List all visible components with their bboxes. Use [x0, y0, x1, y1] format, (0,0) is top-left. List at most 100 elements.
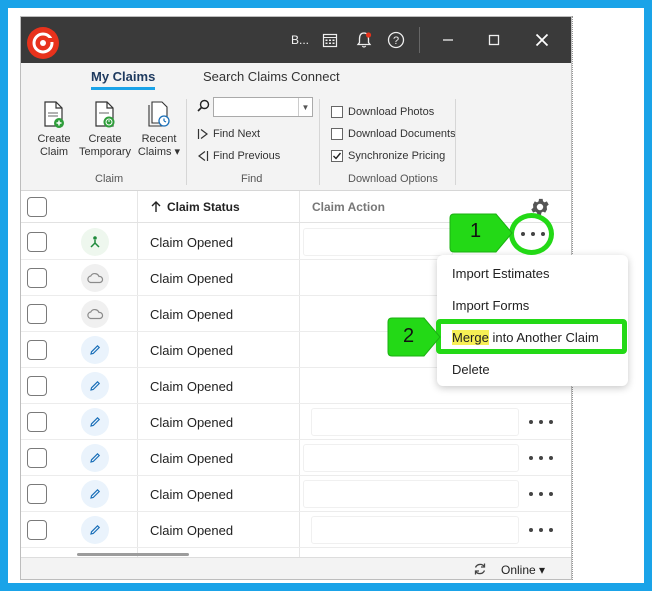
- find-next-button[interactable]: Find Next: [197, 128, 260, 140]
- claim-action-cell[interactable]: [303, 444, 519, 472]
- row-checkbox[interactable]: [27, 232, 47, 252]
- find-combobox[interactable]: ▼: [213, 97, 313, 117]
- pencil-icon: [81, 444, 109, 472]
- row-checkbox[interactable]: [27, 268, 47, 288]
- refresh-icon[interactable]: [473, 562, 487, 576]
- row-checkbox[interactable]: [27, 520, 47, 540]
- menu-item-delete[interactable]: Delete: [452, 362, 490, 377]
- find-next-label: Find Next: [213, 128, 261, 140]
- user-menu-button[interactable]: B...: [289, 29, 311, 51]
- create-temporary-button[interactable]: Create Temporary: [77, 101, 133, 159]
- cloud-icon: [81, 264, 109, 292]
- find-input[interactable]: [214, 98, 298, 116]
- download-options-group-label: Download Options: [348, 173, 438, 185]
- row-checkbox[interactable]: [27, 484, 47, 504]
- pencil-icon: [81, 408, 109, 436]
- svg-text:?: ?: [393, 35, 399, 47]
- claim-status-header[interactable]: Claim Status: [151, 200, 240, 214]
- horizontal-scrollbar[interactable]: [77, 553, 189, 556]
- recent-claims-button[interactable]: Recent Claims ▾: [135, 101, 183, 159]
- close-icon[interactable]: [527, 29, 557, 51]
- more-actions-icon[interactable]: [521, 228, 545, 240]
- table-row[interactable]: Claim Opened: [21, 440, 571, 476]
- download-photos-option[interactable]: Download Photos: [331, 106, 434, 118]
- ribbon-divider: [186, 99, 187, 185]
- claim-status: Claim Opened: [150, 415, 234, 430]
- row-checkbox[interactable]: [27, 448, 47, 468]
- cloud-icon: [81, 300, 109, 328]
- recent-claims-line1: Recent: [141, 133, 177, 145]
- ribbon-divider: [455, 99, 456, 185]
- create-claim-line1: Create: [37, 133, 71, 145]
- recent-documents-icon: [148, 101, 170, 127]
- download-photos-label: Download Photos: [348, 106, 435, 118]
- download-documents-option[interactable]: Download Documents: [331, 128, 456, 140]
- table-row[interactable]: Claim Opened: [21, 512, 571, 548]
- more-actions-icon[interactable]: [529, 486, 553, 502]
- more-actions-icon[interactable]: [529, 522, 553, 538]
- row-checkbox[interactable]: [27, 412, 47, 432]
- ribbon: Create Claim Create Temporary Recent Cla…: [21, 93, 571, 191]
- find-previous-icon: [198, 151, 209, 161]
- claim-status: Claim Opened: [150, 343, 234, 358]
- person-branch-icon: [81, 228, 109, 256]
- download-documents-checkbox[interactable]: [331, 128, 343, 140]
- row-checkbox[interactable]: [27, 304, 47, 324]
- ribbon-divider: [319, 99, 320, 185]
- create-temporary-line2: Temporary: [79, 146, 131, 158]
- tab-search-claims-connect[interactable]: Search Claims Connect: [203, 69, 340, 87]
- menu-item-import-forms[interactable]: Import Forms: [452, 298, 529, 313]
- synchronize-pricing-option[interactable]: Synchronize Pricing: [331, 150, 445, 162]
- download-photos-checkbox[interactable]: [331, 106, 343, 118]
- find-previous-label: Find Previous: [213, 150, 281, 162]
- table-row[interactable]: Claim Opened: [21, 476, 571, 512]
- connection-status-dropdown[interactable]: Online ▾: [501, 563, 545, 577]
- new-document-icon: [44, 101, 64, 128]
- help-icon[interactable]: ?: [385, 29, 407, 51]
- row-checkbox[interactable]: [27, 340, 47, 360]
- calendar-icon[interactable]: [319, 29, 341, 51]
- claim-action-cell[interactable]: [311, 516, 519, 544]
- annotation-rect-step2: [436, 319, 627, 354]
- title-bar: B... ?: [21, 17, 571, 63]
- find-group-label: Find: [241, 173, 263, 185]
- create-claim-button[interactable]: Create Claim: [35, 101, 73, 159]
- synchronize-pricing-label: Synchronize Pricing: [348, 150, 446, 162]
- tab-my-claims[interactable]: My Claims: [91, 69, 156, 90]
- claim-status-header-label: Claim Status: [167, 200, 240, 214]
- search-icon: [197, 99, 210, 112]
- arrow-up-icon: [151, 201, 161, 212]
- find-previous-button[interactable]: Find Previous: [197, 150, 280, 162]
- ribbon-tab-bar: My Claims Search Claims Connect: [21, 63, 571, 93]
- claim-status: Claim Opened: [150, 379, 234, 394]
- select-all-checkbox[interactable]: [27, 197, 47, 217]
- menu-item-import-estimates[interactable]: Import Estimates: [452, 266, 550, 281]
- maximize-icon[interactable]: [479, 29, 509, 51]
- pencil-icon: [81, 372, 109, 400]
- more-actions-icon[interactable]: [529, 414, 553, 430]
- claim-status: Claim Opened: [150, 523, 234, 538]
- titlebar-divider: [419, 27, 420, 53]
- table-row[interactable]: Claim Opened: [21, 404, 571, 440]
- pencil-icon: [81, 480, 109, 508]
- checkmark-icon: [333, 152, 342, 160]
- claim-status: Claim Opened: [150, 451, 234, 466]
- claim-action-cell[interactable]: [303, 480, 519, 508]
- chevron-down-icon[interactable]: ▼: [298, 98, 312, 116]
- claim-action-cell[interactable]: [303, 228, 453, 256]
- more-actions-icon[interactable]: [529, 450, 553, 466]
- claim-status: Claim Opened: [150, 235, 234, 250]
- claim-action-cell[interactable]: [311, 408, 519, 436]
- claim-action-header[interactable]: Claim Action: [312, 200, 385, 214]
- app-logo-icon: [27, 27, 59, 59]
- row-checkbox[interactable]: [27, 376, 47, 396]
- create-temporary-line1: Create: [88, 133, 122, 145]
- user-initial: B...: [290, 33, 309, 47]
- recent-claims-line2: Claims ▾: [137, 146, 181, 158]
- claim-status: Claim Opened: [150, 307, 234, 322]
- synchronize-pricing-checkbox[interactable]: [331, 150, 343, 162]
- temporary-document-icon: [95, 101, 115, 128]
- find-next-icon: [197, 129, 208, 139]
- bell-icon[interactable]: [353, 29, 375, 51]
- minimize-icon[interactable]: [433, 29, 463, 51]
